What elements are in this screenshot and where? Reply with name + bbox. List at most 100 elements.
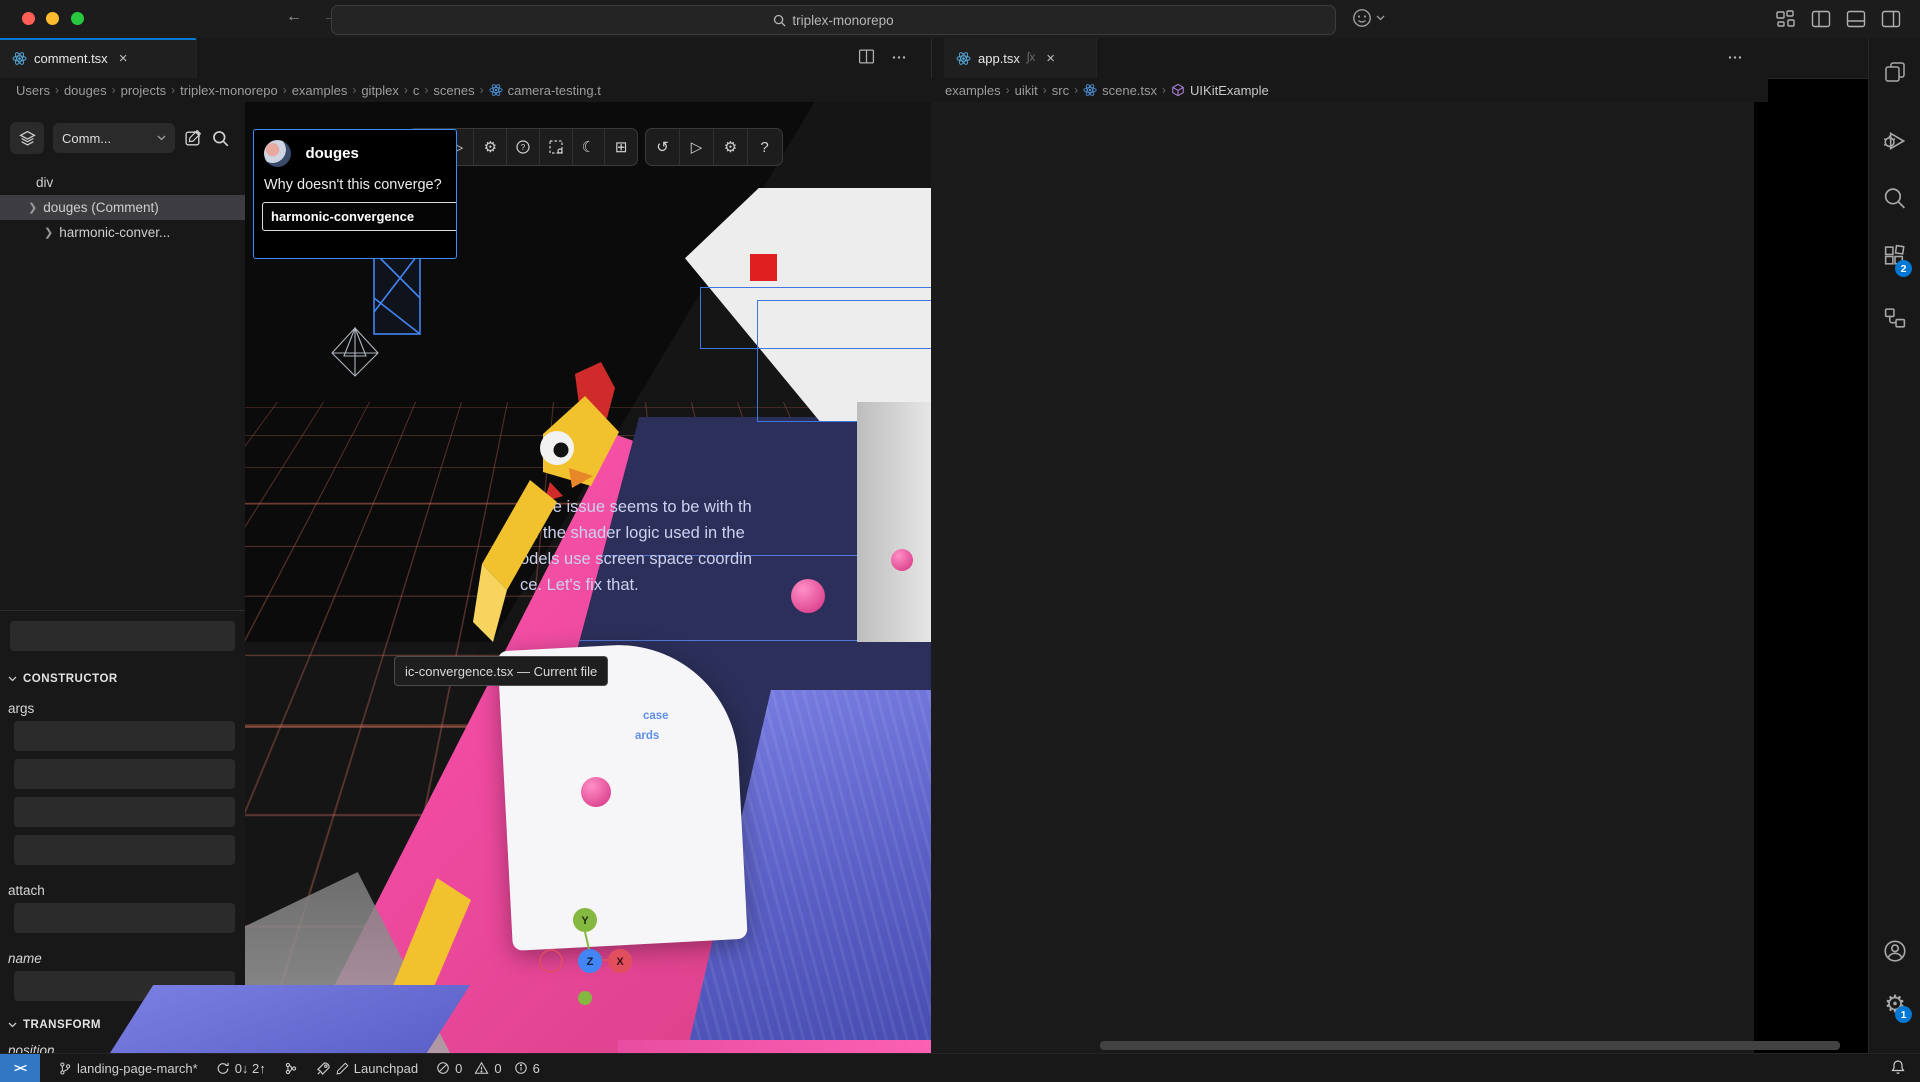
breadcrumb-item[interactable]: src <box>1052 83 1069 98</box>
git-branch-item[interactable]: landing-page-march* <box>58 1061 198 1076</box>
search-icon <box>773 14 786 27</box>
breadcrumb-item[interactable]: c <box>413 83 420 98</box>
avatar <box>264 140 291 167</box>
aspect-input[interactable] <box>14 759 235 789</box>
filter-props-input[interactable] <box>10 621 235 651</box>
comment-file-chip[interactable]: harmonic-convergence <box>262 202 457 231</box>
night-mode-moon-icon[interactable]: ☾ <box>573 129 606 165</box>
toggle-sidebar-icon[interactable] <box>1811 9 1831 29</box>
errors-icon <box>436 1061 450 1075</box>
remote-indicator[interactable]: >< <box>0 1054 40 1082</box>
breadcrumb: Users› douges› projects› triplex-monorep… <box>0 78 947 102</box>
tab-comment-tsx[interactable]: comment.tsx × <box>0 38 197 78</box>
breadcrumb-item[interactable]: uikit <box>1015 83 1038 98</box>
layout-customize-icon[interactable] <box>1776 9 1796 29</box>
horizontal-scrollbar[interactable] <box>1100 1041 1840 1050</box>
transform-section-header[interactable]: TRANSFORM <box>8 1019 101 1031</box>
attach-input[interactable] <box>14 903 235 933</box>
gizmo-negy-handle[interactable] <box>578 991 592 1005</box>
tabbar-right-group: app.tsx ʃx × <box>931 38 1873 79</box>
tab-app-tsx[interactable]: app.tsx ʃx × <box>944 38 1097 78</box>
split-editor-icon[interactable] <box>858 48 875 65</box>
symbol-cube-icon <box>1171 83 1185 97</box>
breadcrumb-item[interactable]: Users <box>16 83 50 98</box>
account-menu[interactable] <box>1352 8 1385 28</box>
more-actions-icon[interactable] <box>891 48 907 65</box>
react-icon <box>956 51 971 66</box>
more-actions-icon[interactable] <box>1727 48 1743 65</box>
composite-purple-bleed <box>110 985 470 1053</box>
minimize-window-button[interactable] <box>46 12 59 25</box>
select-area-icon[interactable] <box>540 129 573 165</box>
new-comment-icon[interactable] <box>184 129 203 148</box>
layers-button[interactable] <box>10 122 44 154</box>
breadcrumb-item[interactable]: examples <box>292 83 348 98</box>
camera-help-icon[interactable]: ? <box>507 129 540 165</box>
toggle-panel-icon[interactable] <box>1846 9 1866 29</box>
tree-item-div[interactable]: div <box>0 170 281 195</box>
breadcrumb-item[interactable]: douges <box>64 83 107 98</box>
launchpad-item[interactable]: Launchpad <box>316 1061 418 1076</box>
breadcrumb-item[interactable]: scene.tsx <box>1102 83 1157 98</box>
copy-files-icon[interactable] <box>1883 60 1907 84</box>
breadcrumb-item[interactable]: gitplex <box>361 83 399 98</box>
breadcrumb: examples› uikit› src› scene.tsx› UIKitEx… <box>931 78 1768 102</box>
react-icon <box>489 83 503 97</box>
git-graph-icon <box>284 1061 298 1076</box>
branch-label: landing-page-march* <box>77 1061 198 1076</box>
breadcrumb-item[interactable]: projects <box>121 83 167 98</box>
far-input[interactable] <box>14 835 235 865</box>
constructor-section-header[interactable]: CONSTRUCTOR <box>8 673 118 685</box>
breadcrumb-item[interactable]: examples <box>945 83 1001 98</box>
grid-view-icon[interactable]: ⊞ <box>605 129 637 165</box>
warnings-count: 0 <box>494 1061 501 1076</box>
close-icon[interactable]: × <box>1046 50 1055 67</box>
overview-ruler <box>1852 100 1866 1044</box>
svg-text:?: ? <box>521 143 526 152</box>
sync-icon <box>216 1061 230 1076</box>
settings-gear-icon[interactable]: ⚙ <box>714 129 748 165</box>
search-icon[interactable] <box>1883 186 1908 211</box>
problems-item[interactable]: 0 0 6 <box>436 1061 540 1076</box>
scene-panel: Comm... div ❯ douges (Comment) ❯ harmoni… <box>0 102 246 1053</box>
scene-viewport[interactable]: t. The issue seems to be with th nd the … <box>245 102 931 1053</box>
account-icon[interactable] <box>1882 938 1908 964</box>
near-input[interactable] <box>14 797 235 827</box>
component-dropdown[interactable]: Comm... <box>53 123 175 153</box>
fov-input[interactable] <box>14 721 235 751</box>
source-graph-item[interactable] <box>284 1061 298 1076</box>
gizmo-negx-handle[interactable] <box>540 950 562 972</box>
close-window-button[interactable] <box>22 12 35 25</box>
window-controls[interactable] <box>22 12 91 30</box>
help-icon[interactable]: ? <box>748 129 781 165</box>
notifications-bell-icon[interactable] <box>1890 1059 1906 1075</box>
errors-count: 0 <box>455 1061 462 1076</box>
chevron-right-icon: ❯ <box>28 201 37 214</box>
command-center-search[interactable]: triplex-monorepo <box>331 5 1336 35</box>
run-debug-icon[interactable] <box>1882 128 1908 154</box>
toggle-secondary-sidebar-icon[interactable] <box>1881 9 1901 29</box>
breadcrumb-item[interactable]: triplex-monorepo <box>180 83 278 98</box>
react-icon <box>12 51 27 66</box>
maximize-window-button[interactable] <box>71 12 84 25</box>
axis-gizmo[interactable]: Y Z X <box>540 908 632 1005</box>
comment-card[interactable]: douges Why doesn't this converge? harmon… <box>253 129 457 259</box>
back-icon[interactable]: ← <box>286 8 310 25</box>
undo-icon[interactable]: ↺ <box>646 129 680 165</box>
react-icon <box>1083 83 1097 97</box>
gizmo-y-label: Y <box>581 915 589 927</box>
references-icon[interactable] <box>1883 306 1908 331</box>
breadcrumb-item[interactable]: camera-testing.t <box>508 83 601 98</box>
settings-gear-icon[interactable]: ⚙ <box>474 129 507 165</box>
close-icon[interactable]: × <box>119 50 128 67</box>
play-icon[interactable]: ▷ <box>680 129 714 165</box>
extensions-badge: 2 <box>1895 260 1912 277</box>
chicken-model <box>365 362 619 1053</box>
sync-item[interactable]: 0↓ 2↑ <box>216 1061 266 1076</box>
minimap[interactable] <box>1754 100 1850 1044</box>
search-icon[interactable] <box>212 130 229 147</box>
code-editor[interactable] <box>931 102 1754 1053</box>
breadcrumb-item[interactable]: scenes <box>433 83 474 98</box>
tree-item-douges-comment[interactable]: ❯ douges (Comment) <box>0 195 273 220</box>
breadcrumb-item[interactable]: UIKitExample <box>1190 83 1269 98</box>
